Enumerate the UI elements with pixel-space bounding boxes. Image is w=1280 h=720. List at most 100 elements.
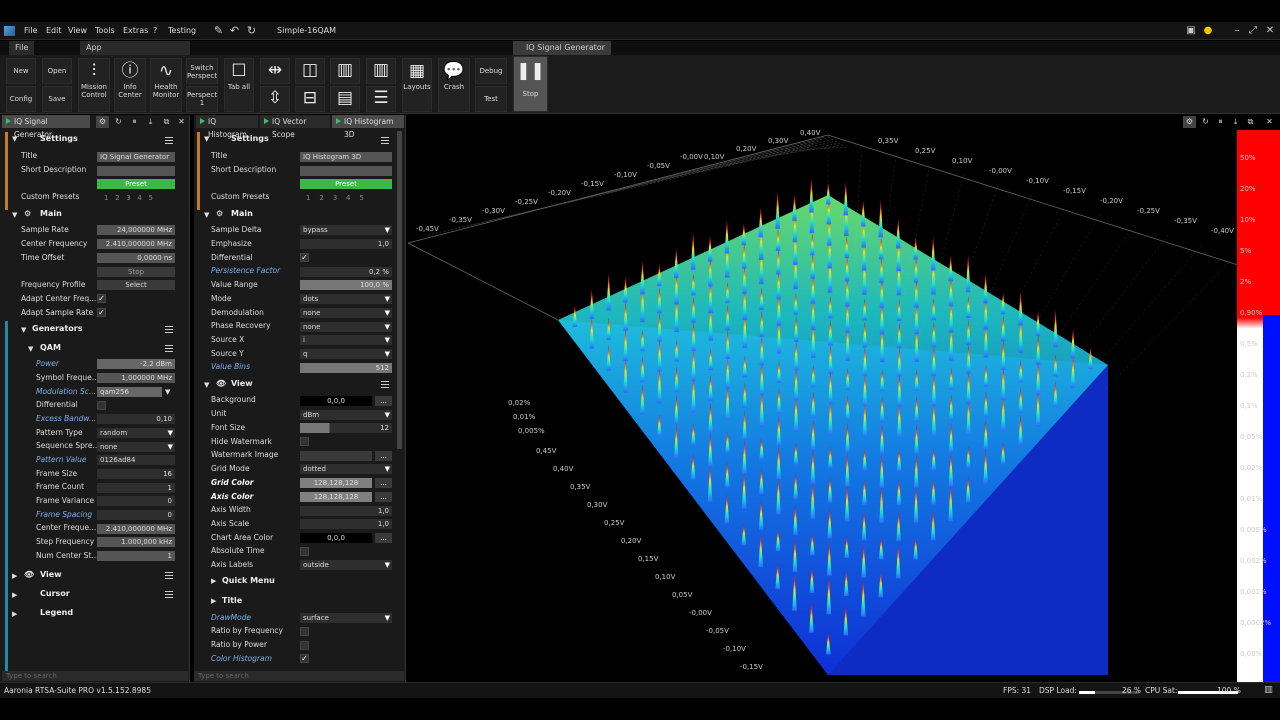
- sequence-spread-select[interactable]: none: [97, 442, 175, 452]
- qam-menu-icon[interactable]: [165, 345, 173, 352]
- absolute-time-checkbox[interactable]: [300, 547, 309, 556]
- layouts-button[interactable]: ▦ Layouts: [402, 58, 432, 112]
- switch-perspective-button[interactable]: Switch Perspect: [186, 58, 218, 84]
- differential-checkbox[interactable]: [97, 401, 106, 410]
- collapse-generators-icon[interactable]: ▼: [21, 326, 26, 334]
- pattern-value-field[interactable]: 0126ad84: [97, 455, 175, 465]
- expand-quick-menu-icon[interactable]: ▶: [211, 577, 216, 585]
- mid-view-menu-icon[interactable]: [381, 381, 389, 388]
- mid-search-input[interactable]: Type to search: [194, 671, 404, 681]
- layout-split-v-button[interactable]: ⇳: [260, 86, 290, 112]
- generators-menu-icon[interactable]: [165, 326, 173, 333]
- expand-title-icon[interactable]: ▶: [211, 597, 216, 605]
- mid-collapse-main-icon[interactable]: ▼: [204, 211, 209, 219]
- center-frequency-2-field[interactable]: 2.410,000000 MHz: [97, 524, 175, 534]
- menu-tools[interactable]: Tools: [95, 26, 115, 35]
- collapse-main-icon[interactable]: ▼: [12, 211, 17, 219]
- center-frequency-field[interactable]: 2.410,000000 MHz: [97, 239, 175, 249]
- tab-iq-histogram-3d[interactable]: IQ Histogram 3D: [332, 115, 404, 139]
- modulation-dropdown-icon[interactable]: ▼: [165, 388, 170, 396]
- menu-view[interactable]: View: [68, 26, 87, 35]
- collapse-qam-icon[interactable]: ▼: [28, 345, 33, 353]
- chart-area-picker-button[interactable]: ...: [375, 533, 392, 543]
- axis-color-picker-button[interactable]: ...: [375, 492, 392, 502]
- menu-help[interactable]: ?: [153, 26, 157, 35]
- source-y-select[interactable]: q: [300, 349, 392, 359]
- frequency-profile-select-button[interactable]: Select: [97, 280, 175, 290]
- debug-button[interactable]: Debug: [475, 58, 507, 84]
- axis-width-field[interactable]: 1,0: [300, 506, 392, 516]
- undo-icon[interactable]: ↶: [228, 25, 241, 37]
- tab-iq-vector-scope[interactable]: IQ Vector Scope: [260, 115, 330, 139]
- modulation-scheme-field[interactable]: qam256: [97, 387, 162, 397]
- gear-icon[interactable]: ⚙: [96, 116, 109, 128]
- time-stop-button[interactable]: Stop: [97, 267, 175, 277]
- draw-mode-select[interactable]: surface: [300, 613, 392, 623]
- grid-mode-select[interactable]: dotted: [300, 464, 392, 474]
- perspective-1-button[interactable]: Perspect 1: [186, 86, 218, 112]
- minimize-icon[interactable]: –: [1231, 25, 1243, 37]
- grid-color-picker-button[interactable]: ...: [375, 478, 392, 488]
- chart-area-color-field[interactable]: 0,0,0: [300, 533, 372, 543]
- value-range-slider[interactable]: 100,0 %: [300, 280, 392, 290]
- cpu-chart-icon[interactable]: ▥: [1262, 684, 1275, 696]
- sample-rate-field[interactable]: 24,000000 MHz: [97, 225, 175, 235]
- mid-scrollbar[interactable]: [397, 131, 402, 449]
- redo-icon[interactable]: ↻: [245, 25, 258, 37]
- watermark-picker-button[interactable]: ...: [375, 451, 392, 461]
- mode-select[interactable]: dots: [300, 294, 392, 304]
- persistence-factor-field[interactable]: 0,2 %: [300, 267, 392, 277]
- mid-short-description-field[interactable]: [300, 166, 392, 176]
- adapt-center-freq-checkbox[interactable]: ✓: [97, 294, 106, 303]
- config-button[interactable]: Config: [6, 86, 36, 112]
- pen-icon[interactable]: ✎: [212, 25, 225, 37]
- menu-file[interactable]: File: [24, 26, 37, 35]
- layout-3row-button[interactable]: ▤: [330, 86, 360, 112]
- num-center-steps-field[interactable]: 1: [97, 551, 175, 561]
- health-monitor-button[interactable]: ∿ Health Monitor: [150, 58, 182, 112]
- watermark-image-field[interactable]: [300, 451, 372, 461]
- background-color-field[interactable]: 0,0,0: [300, 396, 372, 406]
- mid-custom-presets-slots[interactable]: 1 2 3 4 5: [306, 194, 364, 202]
- download-icon[interactable]: ⤓: [144, 116, 157, 128]
- expand-legend-icon[interactable]: ▶: [12, 610, 17, 618]
- info-center-button[interactable]: ⓘ Info Center: [114, 58, 146, 112]
- new-button[interactable]: New: [6, 58, 36, 84]
- settings-menu-icon[interactable]: [165, 137, 173, 144]
- font-size-slider[interactable]: 12: [300, 423, 392, 433]
- ratio-by-power-checkbox[interactable]: [300, 641, 309, 650]
- histogram-surface-canvas[interactable]: -0,45V -0,35V -0,30V -0,25V -0,20V -0,15V -0,1…: [408, 115, 1280, 682]
- mid-settings-menu-icon[interactable]: [381, 137, 389, 144]
- save-button[interactable]: Save: [42, 86, 72, 112]
- adapt-sample-rate-checkbox[interactable]: ✓: [97, 308, 106, 317]
- tab-iq-signal-generator-panel[interactable]: IQ Signal Generator: [2, 115, 90, 139]
- frame-count-field[interactable]: 1: [97, 483, 175, 493]
- grid-color-field[interactable]: 128,128,128: [300, 478, 372, 488]
- source-x-select[interactable]: i: [300, 335, 392, 345]
- pause-small-icon[interactable]: ⏸: [128, 116, 141, 128]
- collapse-settings-icon[interactable]: ▼: [12, 135, 17, 143]
- info-icon[interactable]: ●: [1202, 25, 1214, 37]
- menu-testing[interactable]: Testing: [168, 26, 196, 35]
- tab-iq-histogram[interactable]: IQ Histogram: [196, 115, 258, 139]
- frame-variance-field[interactable]: 0: [97, 496, 175, 506]
- mid-differential-checkbox[interactable]: ✓: [300, 253, 309, 262]
- unit-select[interactable]: dBm: [300, 410, 392, 420]
- layout-4col-button[interactable]: ▥: [366, 58, 396, 84]
- ratio-by-frequency-checkbox[interactable]: [300, 627, 309, 636]
- excess-bandwidth-field[interactable]: 0,10: [97, 414, 175, 424]
- refresh-icon[interactable]: ↻: [112, 116, 125, 128]
- hide-watermark-checkbox[interactable]: [300, 437, 309, 446]
- maximize-icon[interactable]: ⤢: [1247, 25, 1259, 37]
- detach-icon[interactable]: ⧉: [160, 116, 173, 128]
- axis-labels-select[interactable]: outside: [300, 560, 392, 570]
- demodulation-select[interactable]: none: [300, 308, 392, 318]
- frame-spacing-field[interactable]: 0: [97, 510, 175, 520]
- axis-scale-field[interactable]: 1,0: [300, 519, 392, 529]
- crash-button[interactable]: 💬 Crash: [438, 58, 470, 112]
- preset-button[interactable]: Preset: [97, 179, 175, 189]
- test-button[interactable]: Test: [475, 86, 507, 112]
- close-icon[interactable]: ✕: [1264, 25, 1276, 37]
- mid-title-field[interactable]: IQ Histogram 3D: [300, 152, 392, 162]
- mid-preset-button[interactable]: Preset: [300, 179, 392, 189]
